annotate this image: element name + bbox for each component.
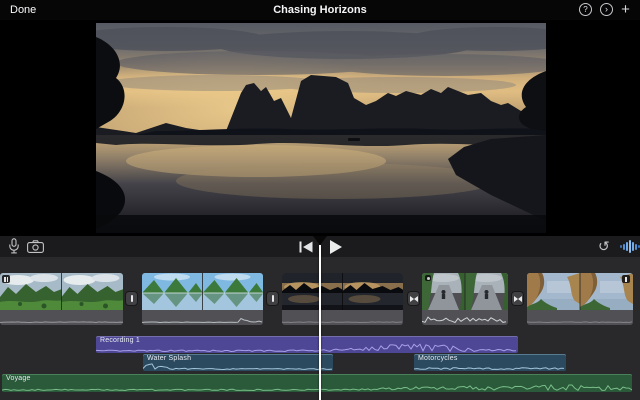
- circled-arrow-icon[interactable]: ›: [600, 3, 613, 16]
- clip-thumbnail: [142, 273, 263, 310]
- clip-karst-lake[interactable]: [142, 273, 263, 325]
- clip-thumbnail: [0, 273, 123, 310]
- clip-thumbnail: [422, 273, 508, 310]
- clip-badge-icon: [425, 275, 431, 281]
- microphone-icon[interactable]: [8, 238, 20, 254]
- clip-thumbnail: [527, 273, 633, 310]
- add-media-icon[interactable]: +: [618, 0, 633, 19]
- audio-track-water-splash[interactable]: Water Splash: [143, 354, 333, 371]
- audio-track-voyage[interactable]: Voyage: [2, 374, 632, 392]
- audio-waveform-toggle-icon[interactable]: [620, 240, 640, 253]
- camera-icon[interactable]: [27, 240, 44, 253]
- clip-sunset-lake[interactable]: [282, 273, 403, 325]
- imovie-editor: Done Chasing Horizons ? › +: [0, 0, 640, 400]
- transition-cross-dissolve-icon[interactable]: [408, 292, 419, 305]
- transition-none-icon[interactable]: [267, 292, 278, 305]
- audio-track-recording[interactable]: Recording 1: [96, 336, 518, 353]
- play-icon[interactable]: [330, 240, 342, 254]
- clip-audio-strip: [0, 310, 123, 325]
- clip-audio-strip: [282, 310, 403, 325]
- clip-audio-strip: [142, 310, 263, 325]
- clip-mountain-road[interactable]: [422, 273, 508, 325]
- playhead-notch: [313, 236, 327, 245]
- skip-to-start-icon[interactable]: [299, 241, 313, 253]
- clip-thumbnail: [282, 273, 403, 310]
- transition-none-icon[interactable]: [126, 292, 137, 305]
- audio-track-motorcycles[interactable]: Motorcycles: [414, 354, 566, 371]
- sunset-lake-frame: [96, 23, 546, 233]
- project-title: Chasing Horizons: [0, 0, 640, 20]
- help-icon[interactable]: ?: [579, 3, 592, 16]
- preview-area: [0, 20, 640, 236]
- clip-audio-strip: [422, 310, 508, 325]
- clip-green-valley[interactable]: [0, 273, 123, 325]
- top-bar: Done Chasing Horizons ? › +: [0, 0, 640, 20]
- undo-icon[interactable]: ↺: [598, 236, 610, 256]
- transition-cross-dissolve-icon[interactable]: [512, 292, 523, 305]
- clip-badge-icon: [2, 275, 10, 283]
- clip-badge-icon: [622, 275, 630, 283]
- clip-cliff-vista[interactable]: [527, 273, 633, 325]
- playhead[interactable]: [319, 245, 321, 400]
- video-preview: [96, 23, 546, 233]
- clip-audio-strip: [527, 310, 633, 325]
